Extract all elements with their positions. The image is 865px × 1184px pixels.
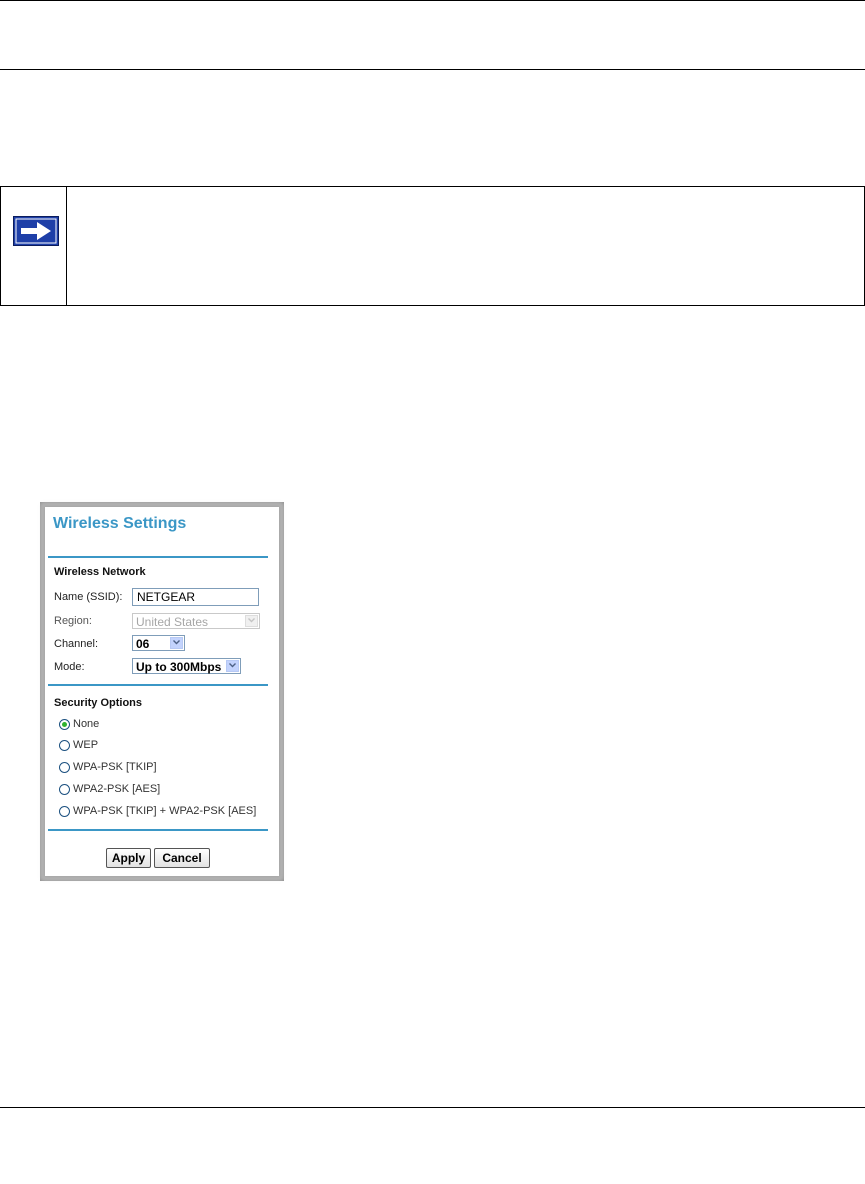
header-rule-bottom (0, 69, 865, 70)
network-divider (48, 684, 268, 686)
radio-button[interactable] (59, 784, 70, 795)
page-title: Wireless Settings (53, 515, 187, 532)
region-select-value: United States (136, 615, 209, 629)
radio-label: WEP (73, 739, 99, 751)
radio-button[interactable] (59, 719, 70, 730)
title-divider (48, 556, 268, 558)
region-select: United States (132, 613, 260, 629)
radio-label: WPA2-PSK [AES] (73, 783, 161, 795)
radio-label: None (73, 718, 100, 730)
region-label: Region: (54, 615, 92, 627)
chevron-down-icon (245, 615, 258, 627)
footer-rule (0, 1107, 865, 1108)
security-options-heading: Security Options (54, 697, 143, 709)
channel-label: Channel: (54, 638, 99, 650)
mode-select-value: Up to 300Mbps (136, 660, 222, 674)
mode-select[interactable]: Up to 300Mbps (132, 658, 241, 674)
wireless-settings-panel: Wireless Settings Wireless Network Name … (45, 507, 279, 876)
header-rule-top (0, 0, 865, 1)
cancel-button[interactable]: Cancel (154, 848, 210, 868)
ssid-input[interactable] (132, 588, 259, 606)
mode-label: Mode: (54, 661, 85, 673)
radio-button[interactable] (59, 762, 70, 773)
arrow-right-icon (13, 216, 59, 246)
note-icon-cell (1, 187, 67, 305)
chevron-down-icon[interactable] (226, 660, 239, 672)
radio-button[interactable] (59, 740, 70, 751)
apply-button[interactable]: Apply (106, 848, 151, 868)
note-box (0, 186, 865, 306)
screenshot-frame: Wireless Settings Wireless Network Name … (40, 502, 284, 881)
channel-select-value: 06 (136, 637, 150, 651)
channel-select[interactable]: 06 (132, 635, 185, 651)
chevron-down-icon[interactable] (170, 637, 183, 649)
name-ssid-label: Name (SSID): (54, 591, 123, 603)
wireless-network-heading: Wireless Network (54, 566, 146, 578)
radio-button[interactable] (59, 806, 70, 817)
security-divider (48, 829, 268, 831)
radio-label: WPA-PSK [TKIP] + WPA2-PSK [AES] (73, 805, 257, 817)
radio-label: WPA-PSK [TKIP] (73, 761, 157, 773)
